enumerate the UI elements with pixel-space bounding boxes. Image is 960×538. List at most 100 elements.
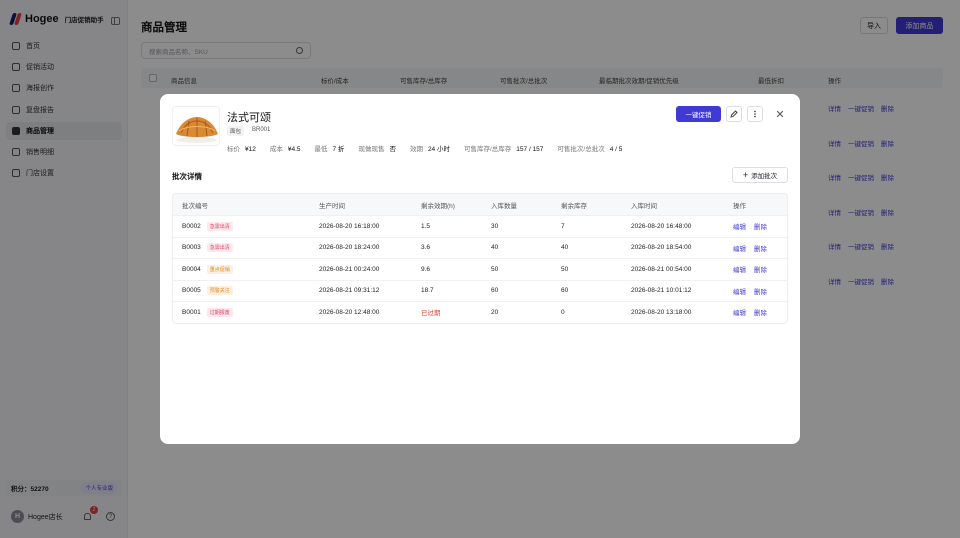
category-tag: 面包 — [227, 126, 245, 136]
delete-link[interactable]: 删除 — [754, 243, 767, 253]
stat-value: 157 / 157 — [516, 146, 544, 153]
batch-id: B0005 — [182, 287, 201, 295]
close-icon[interactable]: ✕ — [774, 108, 786, 121]
column-header: 操作 — [733, 202, 746, 210]
add-batch-button[interactable]: + 添加批次 — [732, 167, 788, 183]
batch-id: B0003 — [182, 244, 201, 252]
product-stats: 标价 ¥12 成本 ¥4.5 最低 7 折 现做现售否 效期 24 小时 可售库存/总库… — [227, 143, 636, 153]
produced-time: 2026-08-20 16:18:00 — [319, 222, 380, 230]
quantity-in: 20 — [491, 308, 499, 316]
produced-time: 2026-08-20 12:48:00 — [319, 308, 380, 316]
batch-id: B0002 — [182, 222, 201, 230]
produced-time: 2026-08-20 18:24:00 — [319, 244, 380, 252]
remaining-shelf-life: 18.7 — [421, 287, 434, 295]
row-actions: 编辑 删除 — [733, 238, 775, 259]
batch-id: B0001 — [182, 308, 201, 316]
row-actions: 编辑 删除 — [733, 302, 775, 323]
remaining-shelf-life: 1.5 — [421, 222, 431, 230]
stat-value: 7 折 — [332, 146, 345, 153]
batch-id-cell: B0002 急需出清 — [182, 216, 233, 237]
product-detail-modal: 法式可颂 面包 BR001 标价 ¥12 成本 ¥4.5 最低 7 折 现做现售否 效… — [160, 94, 800, 444]
stat-value: ¥4.5 — [287, 146, 301, 153]
table-row: B0004 重点促销 2026-08-21 00:24:00 9.6 50 50 … — [173, 258, 787, 280]
delete-link[interactable]: 删除 — [754, 307, 767, 317]
product-sku: BR001 — [252, 127, 271, 133]
produced-time: 2026-08-21 00:24:00 — [319, 265, 380, 273]
remaining-stock: 50 — [561, 265, 569, 273]
column-header: 剩余效期(h) — [421, 202, 455, 210]
pencil-icon — [730, 110, 738, 118]
table-row: B0002 急需出清 2026-08-20 16:18:00 1.5 30 7 2… — [173, 215, 787, 237]
table-row: B0005 预警关注 2026-08-21 09:31:12 18.7 60 60… — [173, 279, 787, 302]
delete-link[interactable]: 删除 — [754, 264, 767, 274]
stat-label: 可售库存/总库存 — [463, 146, 512, 153]
croissant-icon — [176, 117, 218, 143]
quantity-in: 30 — [491, 222, 499, 230]
remaining-shelf-life: 9.6 — [421, 265, 431, 273]
status-badge: 急需出清 — [206, 221, 233, 231]
stat-label: 成本 — [269, 146, 283, 153]
column-header: 入库数量 — [491, 202, 517, 210]
stat-value: 否 — [389, 146, 396, 153]
edit-link[interactable]: 编辑 — [733, 286, 746, 296]
row-actions: 编辑 删除 — [733, 216, 775, 237]
stocked-time: 2026-08-21 00:54:00 — [631, 265, 692, 273]
column-header: 剩余库存 — [561, 202, 587, 210]
remaining-stock: 60 — [561, 287, 569, 295]
stocked-time: 2026-08-21 10:01:12 — [631, 287, 692, 295]
column-header: 生产时间 — [319, 202, 345, 210]
batch-table-header: 批次编号 生产时间 剩余效期(h) 入库数量 剩余库存 入库时间 操作 — [173, 194, 787, 215]
stocked-time: 2026-08-20 16:48:00 — [631, 222, 692, 230]
edit-link[interactable]: 编辑 — [733, 221, 746, 231]
column-header: 批次编号 — [182, 202, 208, 210]
stat-label: 最低 — [314, 146, 328, 153]
produced-time: 2026-08-21 09:31:12 — [319, 287, 380, 295]
stat-label: 可售批次/总批次 — [557, 146, 605, 153]
quantity-in: 60 — [491, 287, 499, 295]
remaining-stock: 0 — [561, 308, 565, 316]
quantity-in: 40 — [491, 244, 499, 252]
one-click-promo-button[interactable]: 一键促销 — [676, 106, 721, 122]
stat-value: 24 小时 — [427, 146, 450, 153]
status-badge: 过期报废 — [206, 307, 233, 317]
edit-link[interactable]: 编辑 — [733, 243, 746, 253]
remaining-shelf-life: 3.6 — [421, 244, 431, 252]
status-badge: 预警关注 — [206, 286, 233, 296]
quantity-in: 50 — [491, 265, 499, 273]
remaining-shelf-life: 已过期 — [421, 310, 441, 318]
plus-icon: + — [742, 170, 749, 180]
more-vertical-icon — [754, 110, 756, 118]
batch-id-cell: B0005 预警关注 — [182, 281, 233, 302]
edit-button[interactable] — [726, 106, 742, 122]
remaining-stock: 40 — [561, 244, 569, 252]
stat-label: 现做现售 — [358, 146, 385, 153]
edit-link[interactable]: 编辑 — [733, 307, 746, 317]
row-actions: 编辑 删除 — [733, 259, 775, 280]
stat-value: ¥12 — [245, 146, 256, 153]
delete-link[interactable]: 删除 — [754, 221, 767, 231]
remaining-stock: 7 — [561, 222, 565, 230]
batch-id-cell: B0001 过期报废 — [182, 302, 233, 323]
column-header: 入库时间 — [631, 202, 657, 210]
batch-id: B0004 — [182, 265, 201, 273]
more-button[interactable] — [747, 106, 763, 122]
status-badge: 急需出清 — [206, 243, 233, 253]
status-badge: 重点促销 — [206, 264, 233, 274]
product-image — [172, 106, 220, 146]
batch-id-cell: B0004 重点促销 — [182, 259, 233, 280]
batch-id-cell: B0003 急需出清 — [182, 238, 233, 259]
delete-link[interactable]: 删除 — [754, 286, 767, 296]
row-actions: 编辑 删除 — [733, 281, 775, 302]
edit-link[interactable]: 编辑 — [733, 264, 746, 274]
stocked-time: 2026-08-20 13:18:00 — [631, 308, 692, 316]
product-name: 法式可颂 — [227, 112, 271, 124]
table-row: B0001 过期报废 2026-08-20 12:48:00 已过期 20 0 2… — [173, 301, 787, 323]
stat-label: 标价 — [227, 146, 240, 153]
table-row: B0003 急需出清 2026-08-20 18:24:00 3.6 40 40 … — [173, 236, 787, 259]
batch-table: 批次编号 生产时间 剩余效期(h) 入库数量 剩余库存 入库时间 操作 B000… — [172, 193, 788, 324]
batch-section-title: 批次详情 — [172, 172, 202, 181]
stat-label: 效期 — [409, 146, 423, 153]
stocked-time: 2026-08-20 18:54:00 — [631, 244, 692, 252]
add-batch-label: 添加批次 — [751, 173, 778, 180]
stat-value: 4 / 5 — [609, 146, 623, 153]
